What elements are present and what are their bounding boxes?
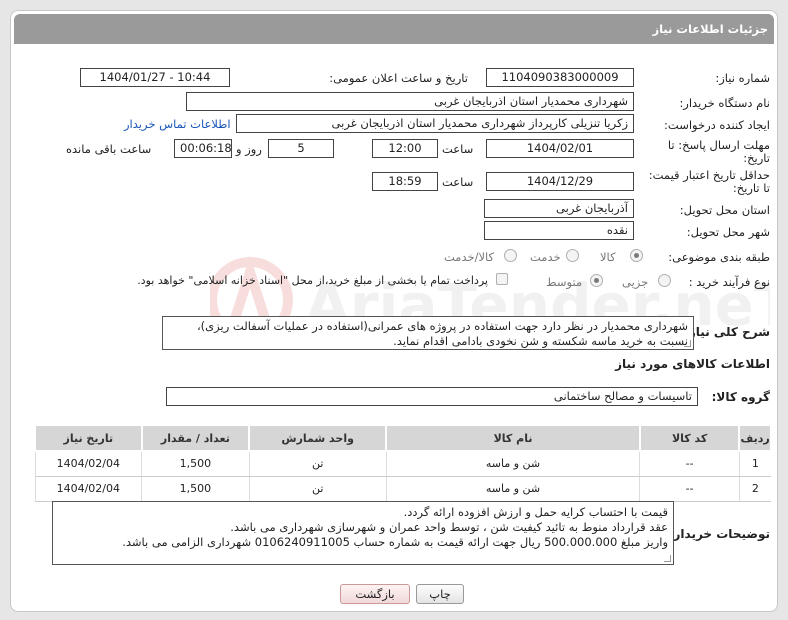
- announce-field: 1404/01/27 - 10:44: [80, 68, 230, 87]
- resize-grip-icon[interactable]: [684, 340, 691, 347]
- process-radio-medium[interactable]: [590, 274, 603, 287]
- category-option-goods: کالا: [600, 250, 616, 264]
- print-button[interactable]: چاپ: [416, 584, 464, 604]
- goods-group-label: گروه کالا:: [711, 390, 770, 404]
- category-label: طبقه بندی موضوعی:: [668, 250, 770, 264]
- column-header: تاریخ نیاز: [34, 424, 143, 452]
- page-title: جزئیات اطلاعات نیاز: [652, 22, 768, 36]
- cell-row: 2: [738, 476, 771, 502]
- cell-unit: تن: [248, 476, 387, 502]
- category-radio-goods[interactable]: [630, 249, 643, 262]
- buyer-org-label: نام دستگاه خریدار:: [679, 96, 770, 110]
- buyer-notes-line: عقد قرارداد منوط به تائید کیفیت شن ، توس…: [230, 520, 668, 534]
- column-header: واحد شمارش: [248, 424, 388, 452]
- price-valid-time-field: 18:59: [372, 172, 438, 191]
- remaining-time-field: 00:06:18: [174, 139, 232, 158]
- treasury-checkbox[interactable]: [496, 273, 508, 285]
- buyer-notes-line: قیمت با احتساب کرایه حمل و ارزش افزوده ا…: [403, 505, 668, 519]
- cell-date: 1404/02/04: [34, 476, 142, 502]
- buyer-contact-link[interactable]: اطلاعات تماس خریدار: [124, 117, 231, 131]
- table-row: 1 -- شن و ماسه تن 1,500 1404/02/04: [34, 451, 771, 477]
- description-text: شهرداری محمدیار در نظر دارد جهت استفاده …: [196, 319, 688, 348]
- category-radio-both[interactable]: [504, 249, 517, 262]
- column-header: ردیف: [738, 424, 772, 452]
- cell-name: شن و ماسه: [385, 476, 640, 502]
- buyer-notes-textarea[interactable]: قیمت با احتساب کرایه حمل و ارزش افزوده ا…: [52, 501, 674, 565]
- cell-name: شن و ماسه: [385, 451, 640, 477]
- price-valid-label: حداقل تاریخ اعتبار قیمت:: [648, 168, 770, 182]
- need-number-field: 1104090383000009: [486, 68, 634, 87]
- province-label: استان محل تحویل:: [679, 203, 770, 217]
- city-field: نقده: [484, 221, 634, 240]
- column-header: کد کالا: [638, 424, 741, 452]
- process-radio-minor[interactable]: [658, 274, 671, 287]
- reply-time-field: 12:00: [372, 139, 438, 158]
- table-row: 2 -- شن و ماسه تن 1,500 1404/02/04: [34, 476, 771, 502]
- city-label: شهر محل تحویل:: [686, 225, 770, 239]
- process-option-minor: جزیی: [622, 275, 649, 289]
- reply-deadline-label: مهلت ارسال پاسخ: تا: [667, 138, 770, 152]
- category-option-service: خدمت: [530, 250, 561, 264]
- province-field: آذربایجان غربی: [484, 199, 634, 218]
- process-label: نوع فرآیند خرید :: [688, 275, 770, 289]
- cell-code: --: [639, 451, 740, 477]
- reply-time-label: ساعت: [442, 142, 474, 156]
- cell-date: 1404/02/04: [34, 451, 142, 477]
- reply-date-field: 1404/02/01: [486, 139, 634, 158]
- goods-table: ردیف کد کالا نام کالا واحد شمارش تعداد /…: [34, 424, 772, 502]
- category-radio-service[interactable]: [566, 249, 579, 262]
- days-label: روز و: [236, 142, 262, 156]
- buyer-notes-label: توضیحات خریدار:: [668, 527, 770, 541]
- resize-grip-icon[interactable]: [664, 555, 671, 562]
- back-button[interactable]: بازگشت: [340, 584, 410, 604]
- creator-field: زکریا تنزیلی کارپرداز شهرداری محمدیار اس…: [236, 114, 634, 133]
- category-option-both: کالا/خدمت: [444, 250, 495, 264]
- description-label: شرح کلی نیاز:: [684, 325, 770, 339]
- cell-unit: تن: [248, 451, 387, 477]
- goods-section-title: اطلاعات کالاهای مورد نیاز: [615, 357, 770, 371]
- cell-row: 1: [738, 451, 771, 477]
- table-header-row: ردیف کد کالا نام کالا واحد شمارش تعداد /…: [34, 424, 772, 452]
- column-header: نام کالا: [385, 424, 641, 452]
- reply-deadline-label-2: تاریخ:: [743, 151, 770, 165]
- remaining-label: ساعت باقی مانده: [66, 142, 152, 156]
- price-valid-time-label: ساعت: [442, 175, 474, 189]
- column-header: تعداد / مقدار: [140, 424, 251, 452]
- description-textarea[interactable]: شهرداری محمدیار در نظر دارد جهت استفاده …: [162, 316, 694, 350]
- announce-label: تاریخ و ساعت اعلان عمومی:: [329, 71, 468, 85]
- cell-qty: 1,500: [141, 451, 250, 477]
- price-valid-date-field: 1404/12/29: [486, 172, 634, 191]
- price-valid-label-2: تا تاریخ:: [732, 181, 770, 195]
- buyer-notes-line: واریز مبلغ 500.000.000 ریال جهت ارائه قی…: [122, 535, 668, 549]
- days-field: 5: [268, 139, 334, 158]
- creator-label: ایجاد کننده درخواست:: [664, 118, 770, 132]
- cell-qty: 1,500: [141, 476, 250, 502]
- need-number-label: شماره نیاز:: [715, 71, 770, 85]
- process-option-medium: متوسط: [546, 275, 583, 289]
- buyer-org-field: شهرداری محمدیار استان اذربایجان غربی: [186, 92, 634, 111]
- payment-note: پرداخت تمام یا بخشی از مبلغ خرید،از محل …: [137, 274, 488, 287]
- cell-code: --: [639, 476, 740, 502]
- goods-group-field: تاسیسات و مصالح ساختمانی: [166, 387, 698, 406]
